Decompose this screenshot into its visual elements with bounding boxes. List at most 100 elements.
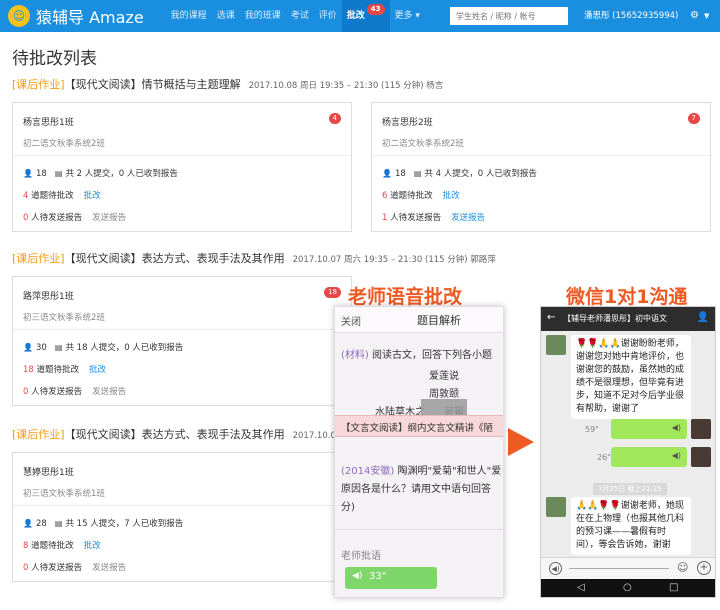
pending-text: 道题待批改: [28, 191, 74, 201]
voice-message[interactable]: ◀) 33": [345, 567, 437, 589]
card-send: 1 人待发送报告 发送报告: [382, 211, 485, 223]
voice-duration: 26": [597, 453, 611, 462]
card-pending: 18 道题待批改 批改: [23, 363, 106, 375]
chat-timestamp: 7月25日 晚上21:25: [593, 483, 667, 495]
section-meta: 2017.10.07 周六 19:35 – 21:30 (115 分钟) 郭路萍: [292, 255, 496, 265]
class-card: 杨言思彤1班 4 初二语文秋季系统2班 👤 18 ▤ 共 2 人提交，0 人已收到报…: [12, 102, 352, 232]
send-text: 人待发送报告: [387, 213, 442, 223]
chat-bubble-incoming: 🙏🙏🌹🌹谢谢老师，她现在在上物理（也报其他几科的预习课——暑假有时间），等会告诉…: [571, 497, 691, 555]
card-class: 初三语文秋季系统1班: [23, 489, 105, 499]
grade-link[interactable]: 批改: [84, 191, 101, 201]
chat-bubble-incoming: 🌹🌹🙏🙏谢谢盼盼老师，谢谢您对她中肯地评价，也谢谢您的鼓励，虽然她的成绩不是很理…: [571, 335, 691, 419]
teacher-comment-label: 老师批语: [341, 551, 381, 562]
nav-grading-badge: 43: [366, 4, 385, 15]
top-navbar: ☺ 猿辅导 Amaze 我的课程 选课 我的班课 考试 评价 批改43 更多 ▾…: [0, 0, 720, 32]
overlay-label-wechat: 微信1对1沟通: [566, 286, 688, 308]
nav-my-classes[interactable]: 我的班课: [240, 0, 286, 32]
close-button[interactable]: 关闭: [341, 313, 361, 328]
nav-review[interactable]: 评价: [314, 0, 342, 32]
nav-menu: 我的课程 选课 我的班课 考试 评价 批改43 更多 ▾: [166, 0, 425, 32]
plus-icon[interactable]: +: [697, 561, 711, 575]
back-arrow-icon[interactable]: ←: [547, 312, 555, 323]
section-meta: 2017.10.0: [292, 431, 336, 441]
divider: [335, 529, 503, 530]
recent-apps-icon[interactable]: □: [669, 582, 678, 593]
avatar[interactable]: [546, 497, 566, 517]
card-stats: 👤 18 ▤ 共 2 人提交，0 人已收到报告: [23, 167, 178, 179]
section-header: [课后作业]【现代文阅读】表达方式、表现手法及其作用 2017.10.07 周六 …: [12, 250, 496, 266]
pending-text: 道题待批改: [33, 365, 80, 375]
overlay-label-voice: 老师语音批改: [348, 286, 463, 308]
card-pending: 4 道题待批改 批改: [23, 189, 101, 201]
send-report-link[interactable]: 发送报告: [92, 213, 126, 223]
chat-input-bar: ◀) ☺ +: [541, 557, 715, 579]
student-count: 18: [394, 169, 406, 179]
logo-text: 猿辅导 Amaze: [36, 8, 144, 27]
pending-text: 道题待批改: [387, 191, 433, 201]
person-icon: 👤: [23, 169, 33, 178]
submit-summary: 共 4 人提交，0 人已收到报告: [424, 169, 537, 179]
student-count: 30: [35, 343, 47, 353]
question-text: (材料) 阅读古文，回答下列各小题: [341, 347, 501, 365]
send-text: 人待发送报告: [28, 563, 83, 573]
avatar[interactable]: [546, 335, 566, 355]
user-menu[interactable]: 潘思彤 (15652935994): [584, 0, 678, 32]
chat-input[interactable]: [569, 568, 669, 569]
speaker-icon: ◀): [671, 423, 681, 432]
avatar[interactable]: [691, 447, 711, 467]
chevron-down-icon[interactable]: ▼: [704, 0, 709, 32]
document-icon: ▤: [413, 169, 422, 178]
class-card: 路萍思彤1班 18 初三语文秋季系统2班 👤 30 ▤ 共 18 人提交，0 人已收…: [12, 276, 352, 406]
voice-message[interactable]: ◀): [611, 447, 687, 467]
speaker-icon: ◀): [671, 451, 681, 460]
nav-my-courses[interactable]: 我的课程: [166, 0, 212, 32]
nav-more[interactable]: 更多 ▾: [390, 0, 425, 32]
question-body: 阅读古文，回答下列各小题: [368, 350, 492, 361]
question-tag: (材料): [341, 350, 369, 361]
divider: [372, 155, 710, 156]
nav-exam[interactable]: 考试: [286, 0, 314, 32]
card-send: 0 人待发送报告 发送报告: [23, 561, 126, 573]
question-tag: (2014安徽): [341, 466, 395, 477]
section-header: [课后作业]【现代文阅读】情节概括与主题理解 2017.10.08 周日 19:3…: [12, 76, 443, 92]
phone-question-analysis: 关闭 题目解析 (材料) 阅读古文，回答下列各小题 爱莲说 周敦颐 水陆草木之 …: [334, 306, 504, 598]
voice-input-icon[interactable]: ◀): [549, 562, 562, 575]
send-report-link[interactable]: 发送报告: [92, 387, 126, 397]
person-icon[interactable]: 👤: [697, 312, 709, 323]
send-report-link[interactable]: 发送报告: [92, 563, 126, 573]
poem-author: 周敦颐: [429, 389, 459, 400]
emoji-icon[interactable]: ☺: [677, 561, 688, 574]
chat-header: ← 【辅导老师潘思彤】初中语文 👤: [541, 307, 715, 331]
class-card: 杨言思彤2班 7 初二语文秋季系统2班 👤 18 ▤ 共 4 人提交，0 人已收到报…: [371, 102, 711, 232]
send-text: 人待发送报告: [28, 387, 83, 397]
card-badge: 4: [328, 113, 341, 124]
section-tag: [课后作业]: [12, 78, 65, 91]
grade-link[interactable]: 批改: [84, 541, 101, 551]
card-send: 0 人待发送报告 发送报告: [23, 211, 126, 223]
document-icon: ▤: [54, 343, 63, 352]
chat-title: 【辅导老师潘思彤】初中语文: [563, 314, 667, 323]
card-title: 慧婷思彤1班: [23, 468, 74, 478]
back-icon[interactable]: ◁: [577, 582, 585, 593]
home-icon[interactable]: ○: [623, 582, 632, 593]
gear-icon[interactable]: ⚙: [690, 0, 699, 32]
phone-title: 题目解析: [417, 314, 461, 327]
divider: [13, 329, 351, 330]
student-count: 18: [35, 169, 47, 179]
voice-message[interactable]: ◀): [611, 419, 687, 439]
section-title: 【现代文阅读】情节概括与主题理解: [64, 78, 241, 91]
avatar[interactable]: [691, 419, 711, 439]
logo[interactable]: ☺ 猿辅导 Amaze: [8, 4, 144, 28]
student-search-input[interactable]: [450, 7, 568, 25]
card-pending: 8 道题待批改 批改: [23, 539, 101, 551]
send-report-link[interactable]: 发送报告: [451, 213, 485, 223]
divider: [13, 155, 351, 156]
page-title: 待批改列表: [12, 49, 97, 69]
lesson-banner[interactable]: 【文言文阅读】纲内文言文精讲《陋: [335, 415, 503, 437]
card-badge: 7: [687, 113, 700, 124]
nav-grading[interactable]: 批改43: [341, 0, 390, 32]
poem-title: 爱莲说: [429, 371, 459, 382]
grade-link[interactable]: 批改: [443, 191, 460, 201]
nav-select-course[interactable]: 选课: [212, 0, 240, 32]
grade-link[interactable]: 批改: [89, 365, 106, 375]
